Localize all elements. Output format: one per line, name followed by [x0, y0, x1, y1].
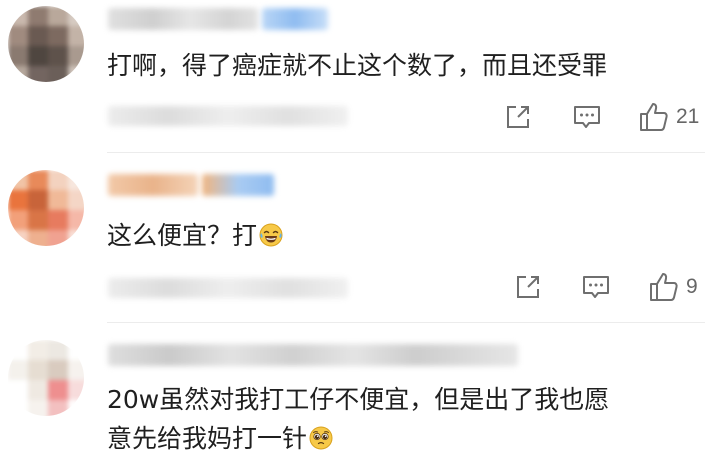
divider: [107, 322, 705, 323]
comment-text-line2-wrap: 意先给我妈打一针: [107, 419, 609, 458]
share-button[interactable]: [503, 100, 533, 134]
pleading-face-emoji: [309, 426, 333, 450]
thumbs-up-icon: [650, 273, 678, 301]
comment-text: 这么便宜？打: [107, 216, 283, 255]
like-count: 21: [676, 105, 700, 128]
like-button[interactable]: 21: [638, 100, 699, 134]
comment-text: 20w虽然对我打工仔不便宜，但是出了我也愿 意先给我妈打一针: [107, 380, 609, 458]
comment-item: 20w虽然对我打工仔不便宜，但是出了我也愿 意先给我妈打一针: [0, 330, 705, 472]
share-out-icon: [507, 106, 529, 128]
avatar[interactable]: [8, 170, 84, 246]
divider: [107, 152, 705, 153]
share-out-icon: [517, 276, 539, 298]
comment-item: 这么便宜？打 9: [0, 160, 705, 320]
like-button[interactable]: 9: [648, 270, 698, 304]
username[interactable]: [108, 8, 258, 30]
username[interactable]: [108, 344, 518, 366]
share-button[interactable]: [513, 270, 543, 304]
comment-text: 打啊，得了癌症就不止这个数了，而且还受罪: [107, 51, 608, 80]
comment-icon: [574, 106, 600, 128]
comment-text-line1: 20w虽然对我打工仔不便宜，但是出了我也愿: [107, 385, 610, 414]
thumbs-up-icon: [640, 103, 668, 131]
username[interactable]: [108, 174, 198, 196]
avatar[interactable]: [8, 340, 84, 416]
user-badge: [262, 8, 328, 30]
like-count: 9: [686, 275, 698, 298]
comment-icon: [583, 276, 609, 298]
comment-actions: 9: [0, 270, 705, 306]
avatar[interactable]: [8, 6, 84, 82]
comment-text-content: 这么便宜？打: [107, 221, 258, 250]
comment-text-line2: 意先给我妈打一针: [107, 424, 308, 453]
laughing-tears-emoji: [259, 223, 283, 247]
reply-button[interactable]: [581, 270, 611, 304]
user-badge: [202, 174, 274, 196]
comment-actions: 21: [0, 100, 705, 136]
reply-button[interactable]: [572, 100, 602, 134]
comment-item: 打啊，得了癌症就不止这个数了，而且还受罪 21: [0, 0, 705, 150]
